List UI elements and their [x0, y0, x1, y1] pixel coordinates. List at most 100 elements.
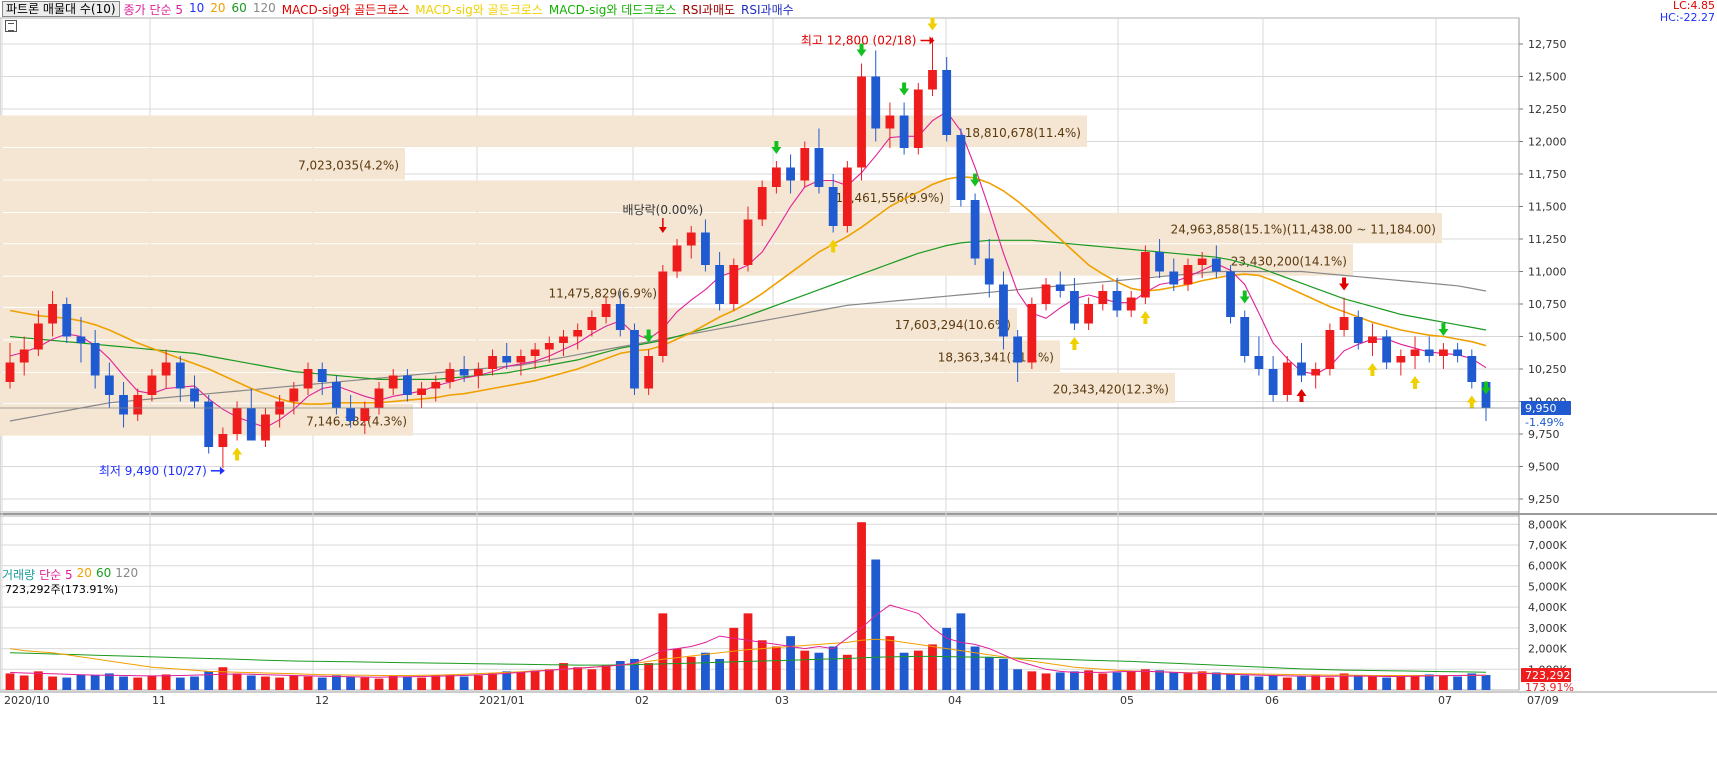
x-tick-label: 04: [948, 694, 962, 707]
volume-bar: [374, 678, 384, 690]
legend-items: 종가 단순 5 10 20 60 120 MACD-sig와 골든크로스 MACD-sig와…: [124, 1, 800, 18]
volume-bar: [1268, 675, 1278, 690]
signal-arrow-stem: [1242, 290, 1247, 297]
chart-legend: 파트론 매물대 수(10) 종가 단순 5 10 20 60 120 MACD-sig와 …: [0, 0, 800, 18]
candle-body: [473, 369, 483, 376]
volume-bar: [786, 636, 795, 690]
y-tick-label: 12,250: [1528, 103, 1567, 116]
x-tick-label: 2021/01: [479, 694, 525, 707]
volume-bar: [559, 663, 568, 690]
candle-body: [644, 356, 654, 389]
candle-body: [559, 336, 568, 343]
signal-arrow-stem: [646, 329, 651, 336]
x-tick-label: 12: [315, 694, 329, 707]
volume-bar: [261, 676, 270, 690]
candle-body: [76, 336, 86, 343]
chart-canvas[interactable]: 9,2509,5009,75010,00010,25010,50010,7501…: [0, 0, 1717, 778]
volume-bar: [175, 677, 185, 690]
legend-item[interactable]: 종가 단순 5: [124, 1, 183, 18]
signal-arrow-stem: [1370, 370, 1375, 376]
volume-bar: [459, 676, 469, 690]
volume-bar: [133, 677, 143, 690]
volume-y-tick-label: 2,000K: [1528, 643, 1567, 656]
volume-bar: [530, 670, 540, 690]
legend-item[interactable]: MACD-sig와 데드크로스: [549, 1, 677, 18]
candle-body: [388, 375, 398, 389]
candle-body: [800, 148, 810, 181]
pattern-selector-button[interactable]: 파트론 매물대 수(10): [2, 1, 120, 17]
volume-bar: [1027, 671, 1037, 690]
candle-body: [757, 187, 767, 220]
legend-item[interactable]: 120: [253, 1, 276, 18]
volume-bar: [1368, 676, 1377, 690]
volume-bar: [1254, 676, 1264, 690]
readout-hc: HC:-22.27: [1659, 11, 1715, 24]
volume-bar: [388, 675, 398, 690]
candle-body: [303, 369, 313, 389]
volume-bar: [544, 669, 554, 690]
volume-bar: [1453, 676, 1463, 690]
volume-bar: [346, 676, 356, 690]
candle-body: [857, 76, 866, 168]
volume-bar: [729, 627, 739, 690]
candle-body: [445, 369, 455, 382]
legend-item[interactable]: 60: [232, 1, 247, 18]
volume-profile-label: 17,603,294(10.6%): [895, 318, 1011, 332]
candle-body: [431, 382, 441, 389]
candle-body: [729, 265, 739, 304]
volume-y-tick-label: 8,000K: [1528, 518, 1567, 531]
legend-item[interactable]: RSI과매수: [741, 1, 794, 18]
y-tick-label: 11,000: [1528, 266, 1567, 279]
volume-bar: [672, 648, 682, 690]
volume-bar: [1311, 675, 1321, 690]
x-tick-label: 05: [1120, 694, 1134, 707]
candle-body: [133, 395, 143, 415]
candle-body: [90, 343, 100, 376]
candle-body: [1013, 336, 1023, 363]
volume-bar: [999, 658, 1008, 690]
volume-bar: [502, 671, 512, 690]
volume-bar: [1098, 673, 1108, 690]
y-tick-label: 12,500: [1528, 71, 1567, 84]
volume-bar: [90, 675, 100, 690]
legend-item[interactable]: 10: [189, 1, 204, 18]
candle-body: [1325, 330, 1335, 369]
candle-body: [360, 408, 370, 421]
price-readout: LC:4.85 HC:-22.27: [1660, 0, 1715, 24]
volume-bar: [402, 676, 412, 690]
legend-item[interactable]: MACD-sig와 골든크로스: [415, 1, 543, 18]
volume-bar: [516, 672, 526, 690]
candle-body: [1282, 362, 1292, 395]
legend-item[interactable]: 20: [210, 1, 225, 18]
volume-profile-band: [0, 115, 1087, 147]
volume-bar: [800, 650, 810, 690]
volume-bar: [417, 677, 426, 690]
volume-bar: [360, 677, 370, 690]
volume-bar: [1140, 669, 1150, 690]
signal-arrow-stem: [1342, 277, 1347, 284]
volume-bar: [5, 673, 15, 690]
candle-body: [615, 304, 625, 330]
signal-arrow-stem: [902, 82, 907, 89]
stock-chart[interactable]: 9,2509,5009,75010,00010,25010,50010,7501…: [0, 0, 1717, 778]
volume-bar: [587, 669, 597, 690]
volume-bar: [842, 654, 852, 690]
volume-bar: [942, 627, 952, 690]
volume-bar: [757, 640, 767, 690]
chart-settings-icon[interactable]: [5, 20, 17, 32]
legend-item[interactable]: MACD-sig와 골든크로스: [282, 1, 410, 18]
volume-bar: [1481, 675, 1491, 690]
candle-body: [218, 434, 228, 447]
volume-legend-item[interactable]: 120: [115, 566, 138, 583]
volume-bar: [1084, 670, 1094, 690]
candle-body: [119, 395, 128, 415]
dividend-label: 배당락(0.00%): [623, 203, 704, 217]
volume-bar: [956, 613, 966, 690]
candle-body: [1027, 304, 1037, 363]
volume-bar: [33, 671, 43, 690]
candle-body: [871, 76, 881, 129]
candle-body: [190, 388, 199, 402]
candle-body: [62, 304, 72, 337]
legend-item[interactable]: RSI과매도: [682, 1, 735, 18]
volume-bar: [601, 665, 611, 690]
